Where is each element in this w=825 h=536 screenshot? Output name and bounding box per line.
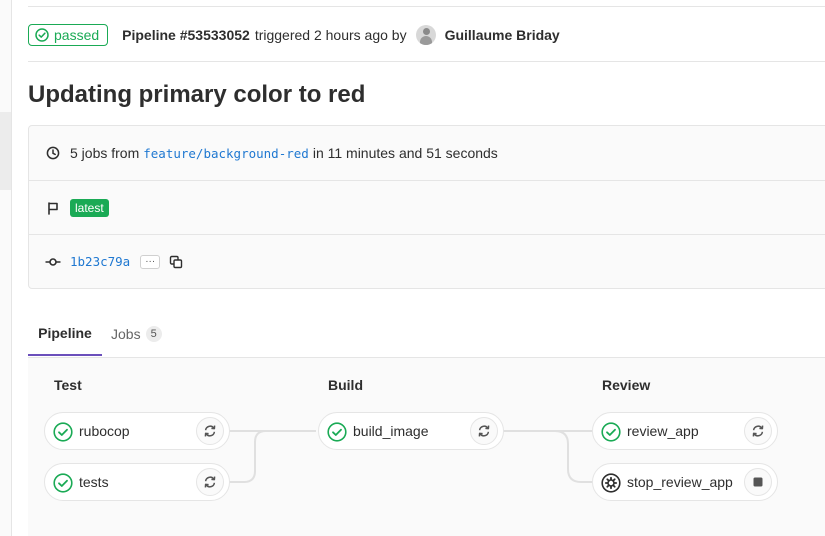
job-rubocop[interactable]: rubocop — [44, 412, 230, 450]
stage-title-review: Review — [602, 377, 651, 393]
retry-icon — [204, 476, 216, 488]
retry-icon — [204, 425, 216, 437]
stage-connectors — [229, 430, 592, 483]
check-circle-icon — [53, 422, 73, 442]
job-tests[interactable]: tests — [44, 463, 230, 501]
job-name: build_image — [353, 423, 429, 439]
check-circle-icon — [601, 422, 621, 442]
stop-icon — [753, 477, 763, 487]
stop-button[interactable] — [744, 468, 772, 496]
stage-title-build: Build — [328, 377, 363, 393]
job-review-app[interactable]: review_app — [592, 412, 778, 450]
job-stop-review-app[interactable]: stop_review_app — [592, 463, 778, 501]
check-circle-icon — [327, 422, 347, 442]
job-build-image[interactable]: build_image — [318, 412, 504, 450]
check-circle-icon — [53, 473, 73, 493]
retry-button[interactable] — [744, 417, 772, 445]
retry-button[interactable] — [196, 468, 224, 496]
job-name: stop_review_app — [627, 474, 733, 490]
job-name: review_app — [627, 423, 699, 439]
job-name: tests — [79, 474, 109, 490]
job-name: rubocop — [79, 423, 130, 439]
gear-icon — [601, 473, 621, 493]
stage-title-test: Test — [54, 377, 82, 393]
retry-icon — [752, 425, 764, 437]
retry-icon — [478, 425, 490, 437]
retry-button[interactable] — [196, 417, 224, 445]
retry-button[interactable] — [470, 417, 498, 445]
